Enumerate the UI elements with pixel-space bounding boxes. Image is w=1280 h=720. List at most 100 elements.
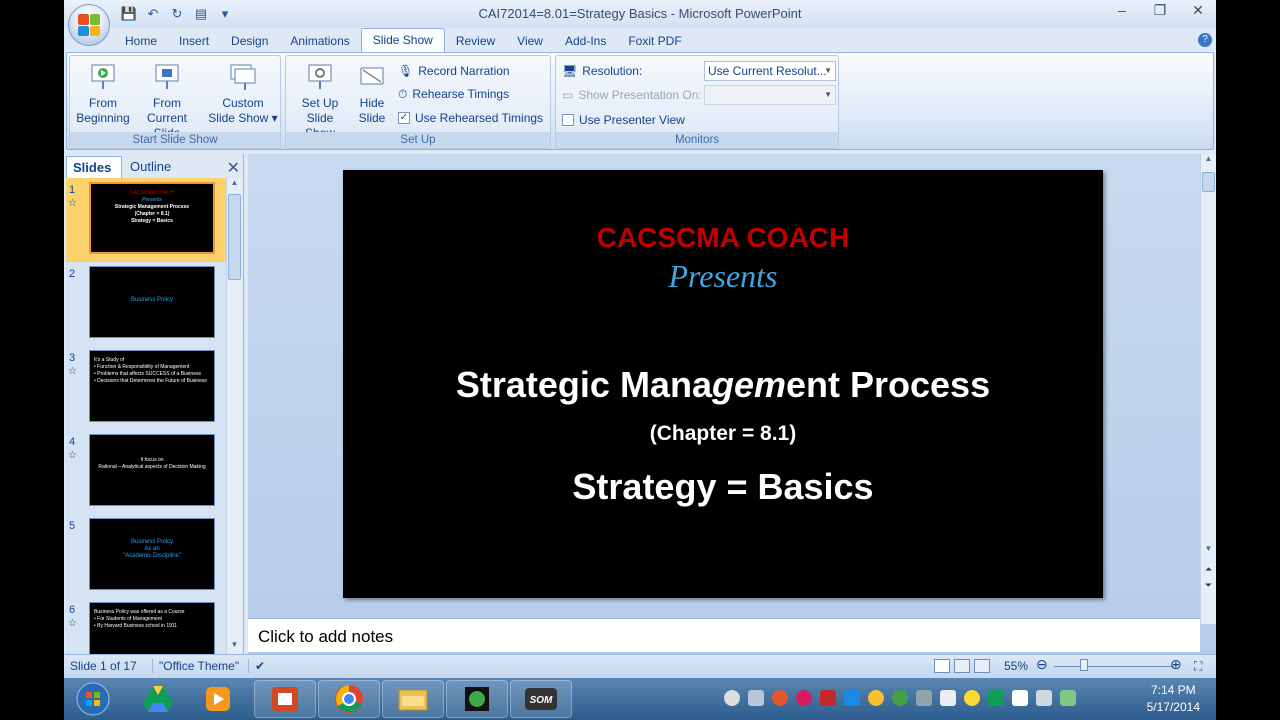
slideshow-view-icon[interactable]	[974, 659, 990, 673]
tab-design[interactable]: Design	[220, 30, 279, 52]
powerpoint-taskbar-icon[interactable]	[254, 680, 316, 718]
thumbnail-text: • Problems that affects SUCCESS of a Bus…	[94, 371, 201, 377]
tray-pink-icon[interactable]	[796, 690, 812, 706]
office-button[interactable]	[68, 4, 110, 46]
custom-slideshow-icon	[228, 62, 258, 92]
record-narration-button[interactable]: 🎙 Record Narration	[398, 61, 510, 81]
slide-thumbnail-row[interactable]: 1 ☆ CACSCMA COACH Presents Strategic Managem…	[66, 178, 226, 262]
monitor-icon: 🖥	[562, 64, 578, 78]
use-presenter-view-checkbox[interactable]: Use Presenter View	[562, 110, 685, 130]
thumbnails-scrollbar[interactable]: ▲ ▼	[226, 178, 242, 654]
set-up-slide-show-button[interactable]: Set Up Slide Show	[290, 62, 350, 141]
previous-slide-icon[interactable]: ⏶	[1201, 564, 1216, 578]
slide-number: 2	[69, 268, 76, 280]
scroll-down-icon[interactable]: ▼	[1201, 544, 1216, 558]
som-app-taskbar-icon[interactable]: SOM	[510, 680, 572, 718]
tray-shield-icon[interactable]	[820, 690, 836, 706]
tray-blue-icon[interactable]	[844, 690, 860, 706]
tray-device-icon[interactable]	[940, 690, 956, 706]
slide-thumbnail[interactable]: Business Policy was offered as a Course •…	[89, 602, 215, 654]
tab-slide-show[interactable]: Slide Show	[360, 28, 445, 52]
restore-button[interactable]: ❐	[1148, 2, 1172, 19]
slide-scrollbar[interactable]: ▲ ▼ ⏶ ⏷	[1200, 154, 1216, 624]
notes-field[interactable]: Click to add notes	[248, 618, 1200, 652]
zoom-in-icon[interactable]: ⊕	[1170, 656, 1182, 673]
taskbar-clock[interactable]: 7:14 PM 5/17/2014	[1147, 682, 1200, 716]
slide-thumbnail[interactable]: It's a Study of • Function & Responsibili…	[89, 350, 215, 422]
hide-slide-button[interactable]: Hide Slide	[352, 62, 392, 126]
close-button[interactable]: ✕	[1186, 2, 1210, 19]
tab-add-ins[interactable]: Add-Ins	[554, 30, 617, 52]
green-app-taskbar-icon[interactable]	[446, 680, 508, 718]
from-beginning-button[interactable]: From Beginning	[74, 62, 132, 126]
tray-tool-icon[interactable]	[748, 690, 764, 706]
minimize-button[interactable]: –	[1110, 2, 1134, 19]
spelling-check-icon[interactable]: ✔	[248, 659, 265, 673]
slide-thumbnail[interactable]: Business Policy As an "Academic Discipline…	[89, 518, 215, 590]
custom-slide-show-button[interactable]: Custom Slide Show ▾	[208, 62, 278, 126]
resolution-dropdown[interactable]: Use Current Resolut... ▼	[704, 61, 836, 81]
next-slide-icon[interactable]: ⏷	[1201, 580, 1216, 594]
use-rehearsed-timings-checkbox[interactable]: ✓ Use Rehearsed Timings	[398, 108, 543, 128]
tray-globe-icon[interactable]	[724, 690, 740, 706]
thumbnail-text: "Academic Discipline"	[123, 553, 181, 559]
tab-animations[interactable]: Animations	[279, 30, 360, 52]
close-pane-icon[interactable]: ✕	[227, 158, 240, 178]
animation-star-icon: ☆	[68, 366, 77, 377]
tab-view[interactable]: View	[506, 30, 554, 52]
file-explorer-taskbar-icon[interactable]	[382, 680, 444, 718]
tray-chrome-icon[interactable]	[868, 690, 884, 706]
scroll-up-icon[interactable]: ▲	[227, 178, 242, 192]
tray-red-icon[interactable]	[772, 690, 788, 706]
setup-label-1: Set Up	[301, 96, 339, 110]
help-icon[interactable]: ?	[1198, 33, 1212, 47]
current-slide[interactable]: CACSCMA COACH Presents Strategic Managem…	[343, 170, 1103, 598]
media-player-taskbar-icon[interactable]	[188, 680, 248, 718]
start-button[interactable]	[68, 680, 118, 718]
tray-green-icon[interactable]	[892, 690, 908, 706]
tray-grey-icon[interactable]	[916, 690, 932, 706]
zoom-slider-thumb[interactable]	[1080, 659, 1088, 671]
slide-thumbnail-row[interactable]: 6 ☆ Business Policy was offered as a Cours…	[66, 598, 226, 654]
from-current-slide-button[interactable]: From Current Slide	[132, 62, 202, 141]
slide-subtitle: Strategy = Basics	[572, 466, 874, 507]
scroll-down-icon[interactable]: ▼	[227, 640, 242, 654]
scroll-up-icon[interactable]: ▲	[1201, 154, 1216, 168]
normal-view-icon[interactable]	[934, 659, 950, 673]
tab-home[interactable]: Home	[114, 30, 168, 52]
scroll-thumb[interactable]	[228, 194, 241, 280]
scroll-thumb[interactable]	[1202, 172, 1215, 192]
slide-thumbnail[interactable]: It focus on Rational – Analytical aspects…	[89, 434, 215, 506]
tray-network-icon[interactable]	[1060, 690, 1076, 706]
tray-flag-icon[interactable]	[1012, 690, 1028, 706]
tray-volume-icon[interactable]	[1036, 690, 1052, 706]
tray-smile-icon[interactable]	[964, 690, 980, 706]
svg-text:SOM: SOM	[530, 695, 553, 706]
google-drive-taskbar-icon[interactable]	[128, 680, 188, 718]
chrome-taskbar-icon[interactable]	[318, 680, 380, 718]
tab-slides[interactable]: Slides	[66, 156, 122, 178]
slide-title-part-2: gem	[711, 364, 786, 405]
timer-icon: ⏱	[398, 87, 408, 101]
slide-thumbnail[interactable]: Business Policy	[89, 266, 215, 338]
rehearse-timings-button[interactable]: ⏱ Rehearse Timings	[398, 84, 509, 104]
slide-thumbnail-row[interactable]: 2 Business Policy	[66, 262, 226, 346]
tab-foxit-pdf[interactable]: Foxit PDF	[617, 30, 692, 52]
slide-thumbnail-row[interactable]: 4 ☆ It focus on Rational – Analytical aspec…	[66, 430, 226, 514]
zoom-out-icon[interactable]: ⊖	[1036, 656, 1048, 673]
tab-insert[interactable]: Insert	[168, 30, 220, 52]
slideshow-current-icon	[152, 62, 182, 92]
slide-thumbnails: 1 ☆ CACSCMA COACH Presents Strategic Managem…	[66, 178, 226, 654]
thumbnail-text: It focus on	[140, 457, 164, 463]
theme-name[interactable]: "Office Theme"	[152, 659, 239, 673]
zoom-level[interactable]: 55%	[1004, 659, 1028, 673]
tray-drive-icon[interactable]	[988, 690, 1004, 706]
tab-outline[interactable]: Outline	[124, 156, 184, 178]
slide-thumbnail-row[interactable]: 3 ☆ It's a Study of • Function & Responsibi…	[66, 346, 226, 430]
fit-to-window-icon[interactable]: ⛶	[1194, 659, 1202, 674]
slide-thumbnail[interactable]: CACSCMA COACH Presents Strategic Managemen…	[89, 182, 215, 254]
zoom-slider[interactable]	[1054, 666, 1174, 667]
tab-review[interactable]: Review	[445, 30, 506, 52]
slide-thumbnail-row[interactable]: 5 Business Policy As an "Academic Disciplin…	[66, 514, 226, 598]
slide-sorter-icon[interactable]	[954, 659, 970, 673]
